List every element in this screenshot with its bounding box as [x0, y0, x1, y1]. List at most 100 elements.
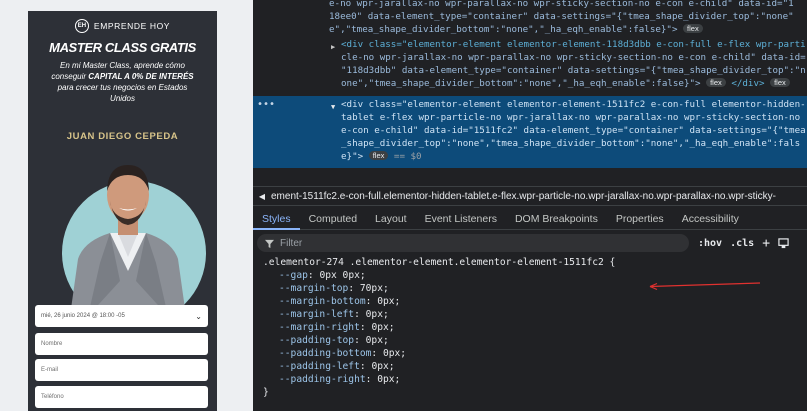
date-select[interactable]: mié, 26 junio 2024 @ 18:00 -05 ⌄	[35, 305, 208, 327]
subtitle-line: para crecer tus negocios en Estados	[57, 83, 188, 92]
filter-bar: Filter :hov .cls +	[253, 232, 807, 254]
dom-text: e","tmea_shape_divider_bottom":"none","_…	[329, 24, 678, 35]
subtitle-line: conseguir CAPITAL A 0% DE INTERÉS	[40, 71, 205, 82]
dom-line-selected[interactable]: _shape_divider_top":"none","tmea_shape_d…	[341, 138, 800, 151]
dom-text: tablet e-flex wpr-particle-no wpr-jarall…	[341, 112, 801, 123]
tab-layout[interactable]: Layout	[366, 208, 416, 230]
dom-text: "118d3dbb" data-element_type="container"…	[341, 65, 806, 76]
subtitle-highlight: CAPITAL A 0% DE INTERÉS	[88, 72, 194, 81]
hero-title: MASTER CLASS GRATIS	[49, 40, 196, 55]
dom-line[interactable]: e-no wpr-jarallax-no wpr-parallax-no wpr…	[329, 0, 794, 11]
screen: { "preview": { "brand": "EMPRENDE HOY", …	[0, 0, 807, 411]
landing-page-preview: EH EMPRENDE HOY MASTER CLASS GRATIS En m…	[28, 11, 217, 411]
email-input[interactable]: E-mail	[35, 359, 208, 381]
hero-subtitle: En mi Master Class, aprende cómo consegu…	[40, 60, 205, 104]
expand-triangle-icon[interactable]: ▶	[331, 41, 335, 54]
property-name: --gap	[279, 270, 308, 281]
dom-text: 18ee0" data-element_type="container" dat…	[329, 11, 794, 22]
dom-text: one","tmea_shape_divider_bottom":"none",…	[341, 78, 701, 89]
filter-tools: :hov .cls +	[698, 236, 789, 251]
dom-line[interactable]: cle-no wpr-jarallax-no wpr-parallax-no w…	[341, 52, 806, 65]
dom-line-selected[interactable]: <div class="elementor-element elementor-…	[341, 99, 806, 112]
tab-dom-breakpoints[interactable]: DOM Breakpoints	[506, 208, 607, 230]
devtools-panel: ••• e-no wpr-jarallax-no wpr-parallax-no…	[253, 0, 807, 411]
breadcrumb-item[interactable]: ement-1511fc2.e-con-full.elementor-hidde…	[271, 191, 776, 202]
dom-line-selected[interactable]: e-con e-child" data-id="1511fc2" data-el…	[341, 125, 806, 138]
css-property[interactable]: --margin-top: 70px;	[279, 283, 389, 295]
brand-logo: EH	[74, 19, 89, 33]
filter-icon	[265, 239, 274, 248]
dom-text: cle-no wpr-jarallax-no wpr-parallax-no w…	[341, 52, 806, 63]
filter-input[interactable]: Filter	[257, 234, 689, 252]
dom-line[interactable]: 18ee0" data-element_type="container" dat…	[329, 11, 794, 24]
tab-styles[interactable]: Styles	[253, 208, 300, 230]
property-value: 0px;	[371, 322, 395, 333]
tab-accessibility[interactable]: Accessibility	[673, 208, 748, 230]
tab-computed[interactable]: Computed	[300, 208, 366, 230]
name-input[interactable]: Nombre	[35, 333, 208, 355]
css-property[interactable]: --margin-left: 0px;	[279, 309, 389, 321]
dom-line-selected[interactable]: tablet e-flex wpr-particle-no wpr-jarall…	[341, 112, 800, 125]
dom-text: _shape_divider_top":"none","tmea_shape_d…	[341, 138, 801, 149]
node-menu-icon[interactable]: •••	[257, 99, 275, 112]
property-value: 70px;	[359, 283, 389, 294]
hov-toggle[interactable]: :hov	[698, 238, 722, 249]
property-name: --margin-bottom	[279, 296, 366, 307]
property-name: --margin-top	[279, 283, 349, 294]
dom-text: <div class="elementor-element elementor-…	[341, 39, 806, 50]
dom-text: e-con e-child" data-id="1511fc2" data-el…	[341, 125, 806, 136]
css-property[interactable]: --padding-right: 0px;	[279, 374, 400, 386]
flex-badge[interactable]: flex	[770, 78, 790, 87]
tab-event-listeners[interactable]: Event Listeners	[416, 208, 506, 230]
css-property[interactable]: --margin-bottom: 0px;	[279, 296, 400, 308]
property-value: 0px;	[365, 309, 389, 320]
css-property[interactable]: --margin-right: 0px;	[279, 322, 395, 334]
toggle-sidebar-icon[interactable]	[778, 238, 789, 249]
cls-toggle[interactable]: .cls	[730, 238, 754, 249]
property-name: --padding-top	[279, 335, 355, 346]
flex-badge[interactable]: flex	[683, 24, 703, 33]
dom-text: e}">	[341, 151, 364, 162]
dom-text: <div class="elementor-element elementor-…	[341, 99, 806, 110]
rule-close-brace: }	[263, 387, 269, 398]
dom-line[interactable]: "118d3dbb" data-element_type="container"…	[341, 65, 806, 78]
dom-text: </div>	[731, 78, 765, 89]
css-property[interactable]: --gap: 0px 0px;	[279, 270, 366, 282]
brand-header: EH EMPRENDE HOY	[28, 19, 217, 33]
brand-name: EMPRENDE HOY	[93, 21, 171, 31]
dom-line[interactable]: one","tmea_shape_divider_bottom":"none",…	[341, 78, 790, 91]
dom-text: e-no wpr-jarallax-no wpr-parallax-no wpr…	[329, 0, 794, 9]
chevron-down-icon: ⌄	[195, 311, 202, 321]
property-value: 0px;	[382, 348, 407, 359]
breadcrumb: ◀ ement-1511fc2.e-con-full.elementor-hid…	[253, 186, 807, 206]
property-name: --padding-right	[279, 374, 366, 385]
property-value: 0px;	[365, 335, 389, 346]
collapse-triangle-icon[interactable]: ▼	[331, 101, 335, 114]
subtitle-line: En mi Master Class, aprende cómo	[60, 61, 185, 70]
dom-line[interactable]: <div class="elementor-element elementor-…	[341, 39, 806, 52]
property-name: --padding-left	[279, 361, 360, 372]
speaker-portrait	[70, 165, 186, 316]
property-name: --margin-right	[279, 322, 360, 333]
flex-badge[interactable]: flex	[368, 151, 389, 160]
new-style-rule-icon[interactable]: +	[762, 236, 770, 251]
red-arrow-annotation	[649, 282, 761, 291]
dom-line-selected[interactable]: e}"> flex == $0	[341, 151, 422, 164]
styles-tabbar: Styles Computed Layout Event Listeners D…	[253, 208, 807, 230]
css-property[interactable]: --padding-bottom: 0px;	[279, 348, 406, 360]
phone-input[interactable]: Teléfono	[35, 386, 208, 408]
rule-selector[interactable]: .elementor-274 .elementor-element.elemen…	[263, 257, 615, 269]
css-property[interactable]: --padding-top: 0px;	[279, 335, 389, 347]
dom-line[interactable]: e","tmea_shape_divider_bottom":"none","_…	[329, 24, 703, 37]
flex-badge[interactable]: flex	[706, 78, 726, 87]
property-value: 0px;	[377, 374, 401, 385]
css-property[interactable]: --padding-left: 0px;	[279, 361, 395, 373]
tab-properties[interactable]: Properties	[607, 208, 673, 230]
breadcrumb-left-arrow-icon[interactable]: ◀	[253, 192, 271, 201]
property-value: 0px;	[371, 361, 395, 372]
style-rules: .elementor-274 .elementor-element.elemen…	[253, 254, 807, 411]
elements-tree: ••• e-no wpr-jarallax-no wpr-parallax-no…	[253, 0, 807, 180]
filter-placeholder: Filter	[280, 237, 303, 249]
property-name: --margin-left	[279, 309, 355, 320]
subtitle-text: conseguir	[51, 72, 89, 81]
